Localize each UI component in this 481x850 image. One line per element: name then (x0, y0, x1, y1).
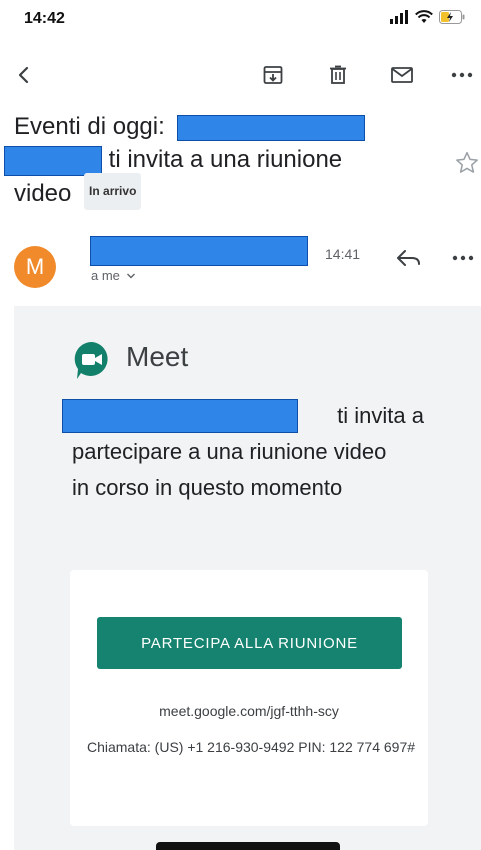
redacted-inviter-name (62, 399, 298, 433)
back-button[interactable] (8, 59, 40, 91)
subject-line-1: Eventi di oggi: (14, 110, 444, 143)
email-subject: Eventi di oggi: ti invita a una riunione… (4, 110, 444, 213)
subject-line-2: ti invita a una riunione (4, 143, 444, 176)
wifi-icon (415, 10, 433, 23)
more-horizontal-icon (452, 255, 474, 261)
reply-icon (397, 250, 420, 266)
status-time: 14:42 (24, 10, 65, 27)
join-meeting-button[interactable]: PARTECIPA ALLA RIUNIONE (97, 617, 402, 669)
redacted-name (4, 145, 102, 176)
subject-end: video (14, 179, 72, 207)
reply-button[interactable] (394, 244, 424, 272)
mail-icon (391, 67, 413, 83)
home-indicator[interactable] (156, 842, 340, 850)
more-options-button[interactable] (446, 59, 478, 91)
redacted-name (177, 114, 366, 141)
battery-charging-icon (439, 10, 465, 24)
chevron-down-icon (126, 273, 135, 279)
status-bar: 14:42 (0, 0, 481, 40)
message-time: 14:41 (325, 246, 361, 262)
more-horizontal-icon (451, 72, 473, 78)
subject-prefix: Eventi di oggi: (14, 113, 165, 140)
archive-button[interactable] (257, 59, 289, 91)
archive-icon (263, 66, 283, 84)
delete-icon (330, 65, 346, 84)
star-icon (456, 151, 478, 173)
email-toolbar (0, 55, 481, 95)
meet-app-name: Meet (126, 341, 189, 372)
message-more-button[interactable] (452, 246, 478, 270)
status-icons (389, 10, 465, 24)
star-button[interactable] (454, 150, 480, 176)
recipient-details-toggle[interactable]: a me (91, 268, 136, 283)
subject-middle: ti invita a una riunione (108, 146, 343, 173)
subject-line-3: video In arrivo (14, 173, 444, 213)
meeting-link[interactable]: meet.google.com/jgf-tthh-scy (70, 703, 428, 719)
delete-button[interactable] (322, 59, 354, 91)
mark-unread-button[interactable] (386, 59, 418, 91)
sender-avatar[interactable]: M (14, 246, 56, 288)
dial-in-info: Chiamata: (US) +1 216-930-9492 PIN: 122 … (86, 739, 416, 755)
google-meet-logo-icon (74, 341, 108, 379)
signal-icon (390, 10, 408, 24)
invite-line1-suffix: ti invita a (337, 403, 424, 428)
join-card (70, 570, 428, 826)
back-arrow-icon (18, 66, 29, 84)
redacted-sender-name (90, 236, 308, 266)
invite-rest: partecipare a una riunione video in cors… (72, 439, 387, 500)
inbox-label[interactable]: In arrivo (84, 173, 142, 210)
recipient-text: a me (91, 268, 120, 283)
